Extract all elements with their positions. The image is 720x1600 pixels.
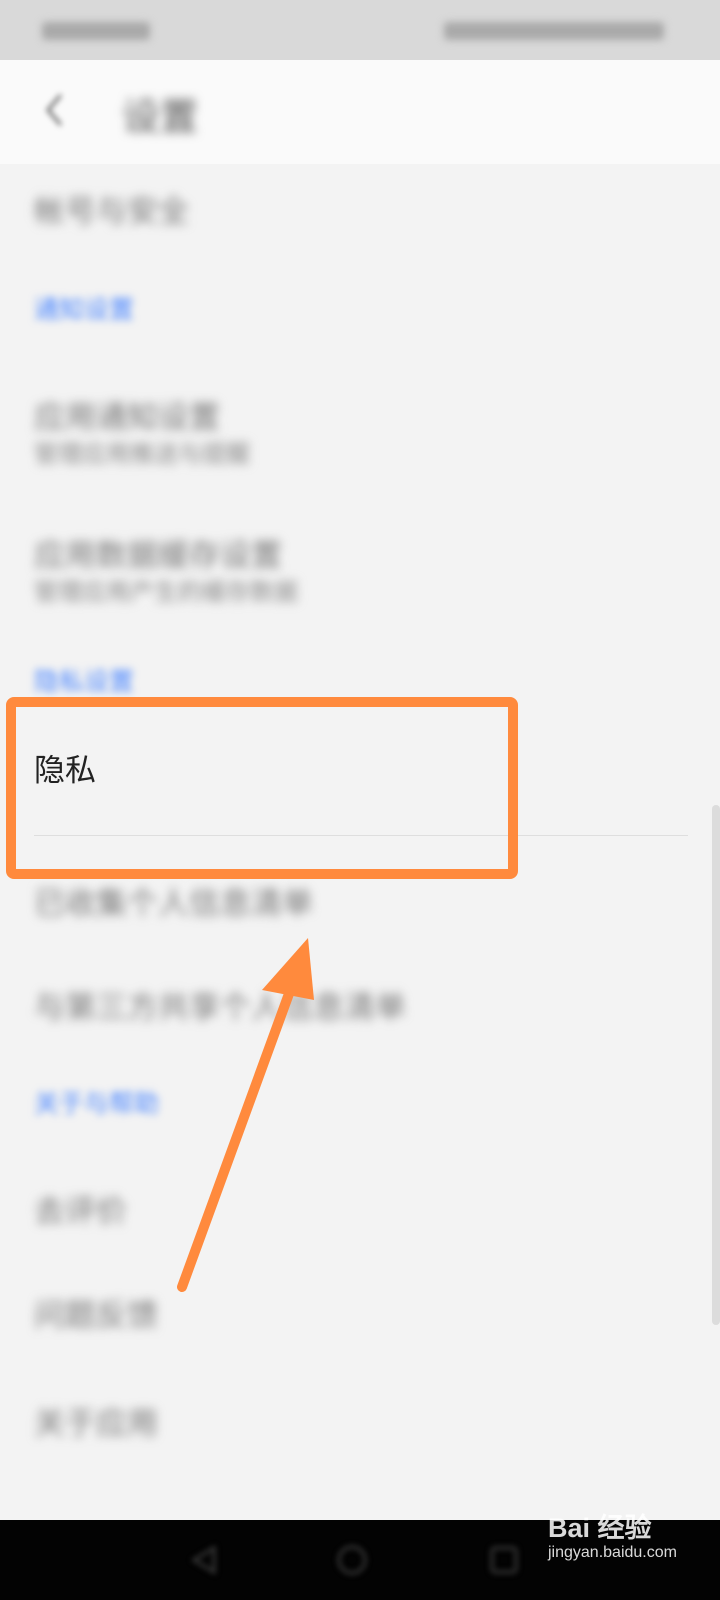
settings-screen: 设置 帐号与安全 通知设置 应用通知设置 管理应用推送与提醒 应用数据缓存设置 … <box>0 0 720 1600</box>
watermark-url: jingyan.baidu.com <box>548 1544 677 1561</box>
app-notification-subtitle: 管理应用推送与提醒 <box>34 440 250 468</box>
baidu-jingyan-watermark: Bai 经验 jingyan.baidu.com <box>548 1506 698 1584</box>
back-triangle-icon[interactable] <box>184 1540 224 1580</box>
about-item[interactable]: 关于应用 <box>34 1398 158 1443</box>
top-header: 设置 <box>0 60 720 164</box>
status-system-icons <box>444 22 664 40</box>
annotation-arrow-icon <box>177 938 314 1292</box>
app-notification-item[interactable]: 应用通知设置 <box>34 392 220 437</box>
home-circle-icon[interactable] <box>332 1540 372 1580</box>
scrollbar[interactable] <box>712 805 720 1325</box>
status-bar <box>0 0 720 60</box>
annotation-highlight-box <box>6 697 518 879</box>
account-security-item[interactable]: 帐号与安全 <box>34 186 189 231</box>
section-notification-header: 通知设置 <box>34 295 135 324</box>
feedback-item[interactable]: 问题反馈 <box>34 1290 158 1335</box>
chevron-left-icon[interactable] <box>36 90 76 130</box>
section-about-header: 关于与帮助 <box>34 1089 160 1118</box>
page-title: 设置 <box>122 95 199 139</box>
app-data-item[interactable]: 应用数据缓存设置 <box>34 530 282 575</box>
rate-item[interactable]: 去评价 <box>34 1186 127 1231</box>
personal-info-list-item[interactable]: 已收集个人信息清单 <box>34 878 313 923</box>
watermark-logo-text: Bai 经验 <box>548 1513 652 1543</box>
recent-square-icon[interactable] <box>484 1540 524 1580</box>
app-data-subtitle: 管理应用产生的缓存数据 <box>34 578 298 606</box>
status-carrier-info <box>42 22 150 40</box>
